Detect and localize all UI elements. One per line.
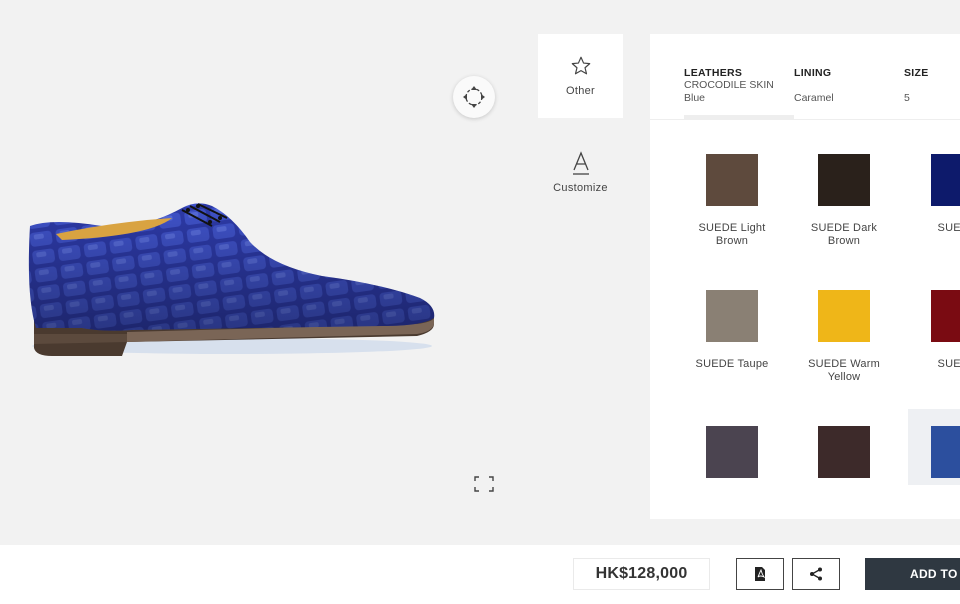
pdf-icon (755, 567, 766, 581)
swatch-label: SUEDE Taupe (695, 358, 769, 370)
side-menu-customize[interactable]: Customize (538, 150, 623, 214)
active-tab-indicator (684, 115, 794, 119)
swatch-suede-warm-yellow[interactable]: SUEDE Warm Yellow (789, 290, 899, 384)
tab-lining[interactable]: LINING Caramel (794, 67, 834, 105)
swatch-crocodile-brown[interactable] (789, 426, 899, 478)
tab-value (794, 79, 834, 92)
swatch-chip (931, 426, 960, 478)
other-label: Other (565, 85, 595, 97)
swatch-chip (706, 426, 758, 478)
download-pdf-button[interactable] (736, 558, 784, 590)
swatch-label: SUEDE Warm Yellow (808, 358, 880, 383)
swatch-chip (818, 426, 870, 478)
tab-title: LINING (794, 67, 832, 79)
swatch-label: SUEDE (937, 358, 960, 370)
rotate-360-icon (463, 86, 485, 108)
footer-bar: HK$128,000 ADD TO C (0, 545, 960, 604)
tab-value: Caramel (794, 92, 834, 104)
swatch-chip (706, 154, 758, 206)
tab-value: Blue (684, 92, 706, 104)
fullscreen-icon (474, 476, 494, 492)
tab-title: SIZE (904, 67, 929, 79)
star-icon (571, 56, 590, 75)
letter-a-icon (572, 151, 589, 175)
tab-leathers[interactable]: LEATHERS CROCODILE SKIN Blue (684, 67, 774, 105)
swatch-suede-light-brown[interactable]: SUEDE Light Brown (677, 154, 787, 248)
tab-value: 5 (904, 92, 910, 104)
swatch-chip (818, 154, 870, 206)
tab-value (904, 79, 929, 92)
side-menu-other[interactable]: Other (538, 34, 623, 118)
add-to-cart-button[interactable]: ADD TO C (865, 558, 960, 590)
tab-value: CROCODILE SKIN (684, 79, 774, 91)
price-display: HK$128,000 (573, 558, 710, 590)
tab-title: LEATHERS (684, 67, 743, 79)
swatch-chip (706, 290, 758, 342)
share-button[interactable] (792, 558, 840, 590)
swatch-suede-dark-brown[interactable]: SUEDE Dark Brown (789, 154, 899, 248)
share-icon (810, 567, 822, 581)
option-tabs: LEATHERS CROCODILE SKIN Blue LINING Cara… (650, 34, 960, 120)
tab-size[interactable]: SIZE 5 (904, 67, 929, 105)
swatch-crocodile-grey[interactable] (677, 426, 787, 478)
swatch-label: SUEDE (937, 222, 960, 234)
swatch-chip (818, 290, 870, 342)
fullscreen-button[interactable] (472, 474, 496, 494)
shoe-image (28, 203, 435, 356)
swatch-label: SUEDE Dark Brown (810, 222, 878, 247)
product-viewer: Other Customize LEATHERS CROCODILE SKIN … (0, 0, 960, 545)
rotate-360-button[interactable] (453, 76, 495, 118)
swatch-chip (931, 154, 960, 206)
swatch-label: SUEDE Light Brown (698, 222, 766, 247)
customize-label: Customize (553, 182, 608, 194)
swatch-suede-taupe[interactable]: SUEDE Taupe (677, 290, 787, 371)
swatch-chip (931, 290, 960, 342)
options-panel: LEATHERS CROCODILE SKIN Blue LINING Cara… (650, 34, 960, 519)
swatch-suede-navy[interactable]: SUEDE (902, 154, 960, 235)
swatch-suede-red[interactable]: SUEDE (902, 290, 960, 371)
swatch-crocodile-blue[interactable] (902, 426, 960, 478)
